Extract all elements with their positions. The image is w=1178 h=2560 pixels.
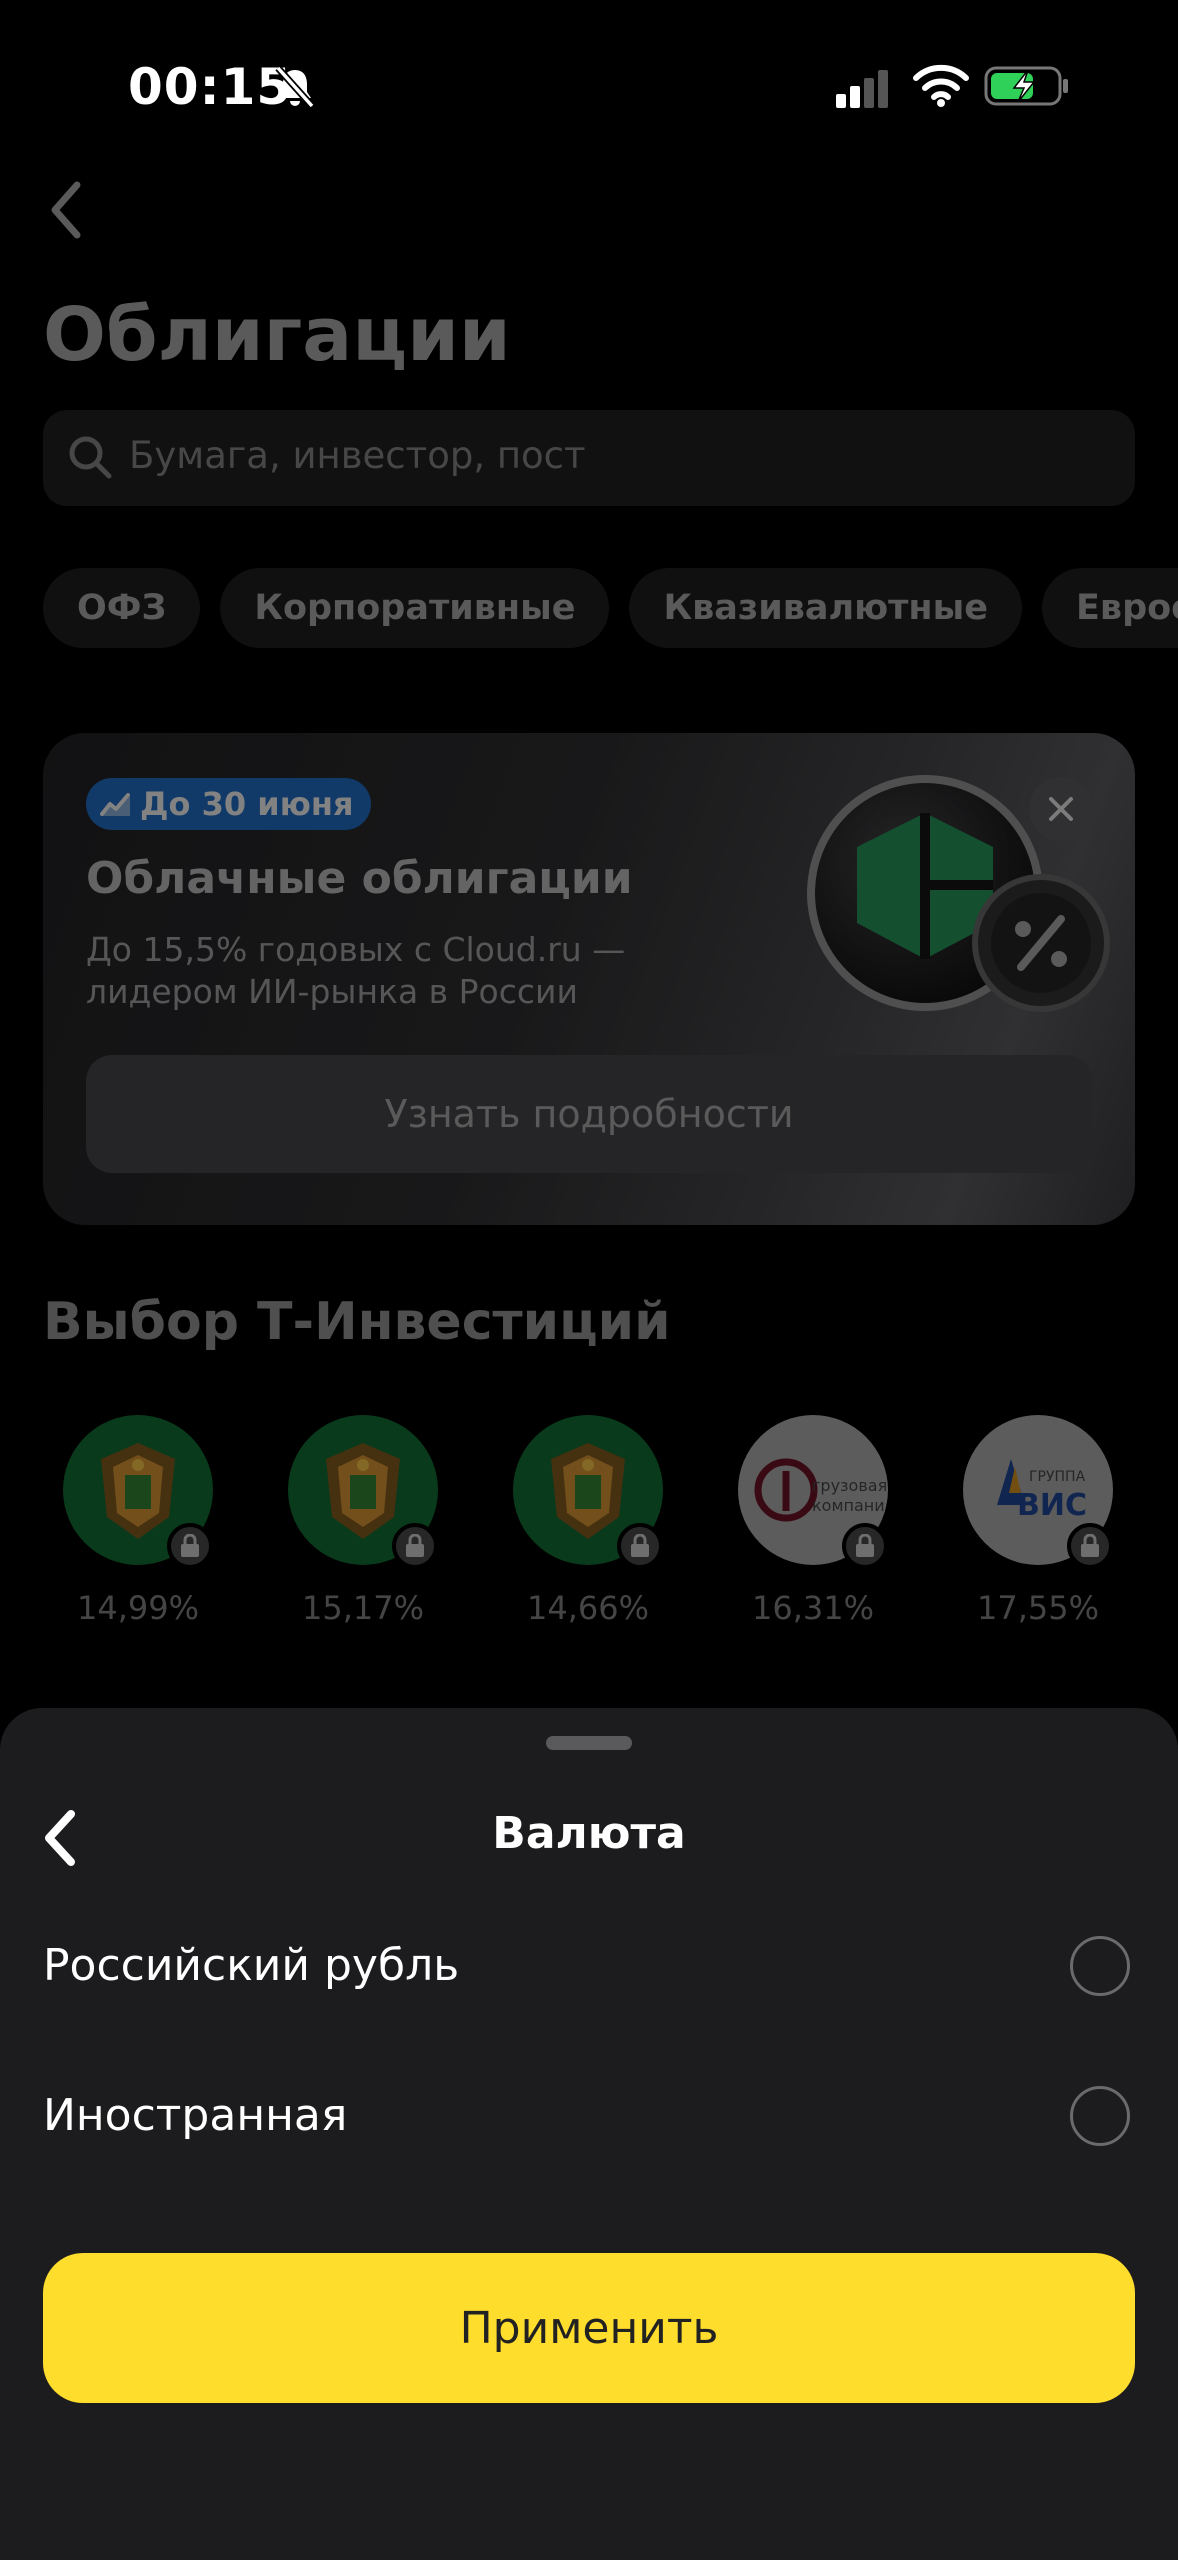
chart-up-icon [100, 793, 130, 816]
bond-yield: 15,17% [301, 1589, 424, 1627]
chip-quasi-currency[interactable]: Квазивалютные [629, 568, 1023, 648]
promo-badge: До 30 июня [86, 778, 372, 830]
chevron-left-icon [45, 1810, 75, 1866]
lock-icon [1081, 1534, 1099, 1557]
bond-lock [617, 1523, 663, 1569]
bond-yield: 14,99% [76, 1589, 199, 1627]
back-button[interactable] [30, 172, 100, 248]
bond-lock [1067, 1523, 1113, 1569]
option-russian-ruble[interactable]: Российский рубль [0, 1896, 1178, 2036]
bonds-screen: Облигации Бумага, инвестор, пост ОФЗ Корп… [0, 0, 1178, 1710]
logo-text-1: грузовая [812, 1476, 887, 1495]
option-radio[interactable] [1070, 1936, 1130, 1996]
bond-item[interactable]: грузовая компания 16,31% [718, 1415, 908, 1635]
promo-badge-text: До 30 июня [140, 785, 354, 823]
bond-item[interactable]: ГРУППА ВИС 17,55% [943, 1415, 1133, 1635]
search-input[interactable]: Бумага, инвестор, пост [43, 410, 1135, 506]
search-placeholder: Бумага, инвестор, пост [129, 434, 586, 477]
logo-text-2: ВИС [1017, 1488, 1087, 1523]
bond-lock [167, 1523, 213, 1569]
wifi-icon [913, 64, 969, 107]
bond-lock [842, 1523, 888, 1569]
status-bar: 00:15 [0, 0, 1178, 170]
bond-item[interactable]: 14,99% [43, 1415, 233, 1635]
status-time: 00:15 [128, 58, 293, 116]
cellular-signal-icon [836, 70, 888, 108]
sheet-title: Валюта [492, 1808, 686, 1859]
section-title: Выбор Т-Инвестиций [43, 1292, 671, 1352]
promo-close-button[interactable] [1029, 777, 1093, 841]
sheet-drag-handle[interactable] [546, 1736, 632, 1750]
lock-icon [181, 1534, 199, 1557]
chip-corporate[interactable]: Корпоративные [220, 568, 610, 648]
currency-sheet: Валюта Российский рубль Иностранная Прим… [0, 1708, 1178, 2560]
promo-description: До 15,5% годовых с Cloud.ru — лидером ИИ… [86, 930, 626, 1011]
bond-item[interactable]: 15,17% [268, 1415, 458, 1635]
battery-charging-icon [984, 66, 1068, 106]
page-title: Облигации [43, 292, 511, 378]
promo-title: Облачные облигации [86, 853, 633, 904]
bond-selection-list: 14,99% 15,17% 14,66% грузовая компания 1… [43, 1415, 1178, 1635]
option-label: Иностранная [43, 2090, 348, 2141]
lock-icon [631, 1534, 649, 1557]
lock-icon [856, 1534, 874, 1557]
screen: Облигации Бумага, инвестор, пост ОФЗ Корп… [0, 0, 1178, 2560]
promo-details-button[interactable]: Узнать подробности [86, 1055, 1092, 1173]
option-foreign[interactable]: Иностранная [0, 2046, 1178, 2186]
filter-chips: ОФЗКорпоративныеКвазивалютныеЕврооблигац… [43, 568, 1178, 650]
search-icon [69, 436, 112, 479]
bond-lock [392, 1523, 438, 1569]
lock-icon [406, 1534, 424, 1557]
logo-text-1: ГРУППА [1029, 1469, 1086, 1485]
chip-eurobonds[interactable]: Еврооблигации [1042, 568, 1178, 648]
bond-yield: 17,55% [976, 1589, 1099, 1627]
logo-text-2: компания [812, 1496, 888, 1515]
option-label: Российский рубль [43, 1940, 460, 1991]
bell-muted-icon [275, 65, 315, 109]
bond-item[interactable]: 14,66% [493, 1415, 683, 1635]
chevron-left-icon [51, 181, 81, 239]
promo-card[interactable]: До 30 июня Облачные облигации До 15,5% г… [43, 733, 1135, 1225]
chip-ofz[interactable]: ОФЗ [43, 568, 201, 648]
apply-button[interactable]: Применить [43, 2253, 1135, 2403]
close-icon [1049, 797, 1073, 821]
option-radio[interactable] [1070, 2086, 1130, 2146]
bond-yield: 14,66% [526, 1589, 649, 1627]
sheet-back-button[interactable] [24, 1800, 94, 1876]
bond-yield: 16,31% [751, 1589, 874, 1627]
